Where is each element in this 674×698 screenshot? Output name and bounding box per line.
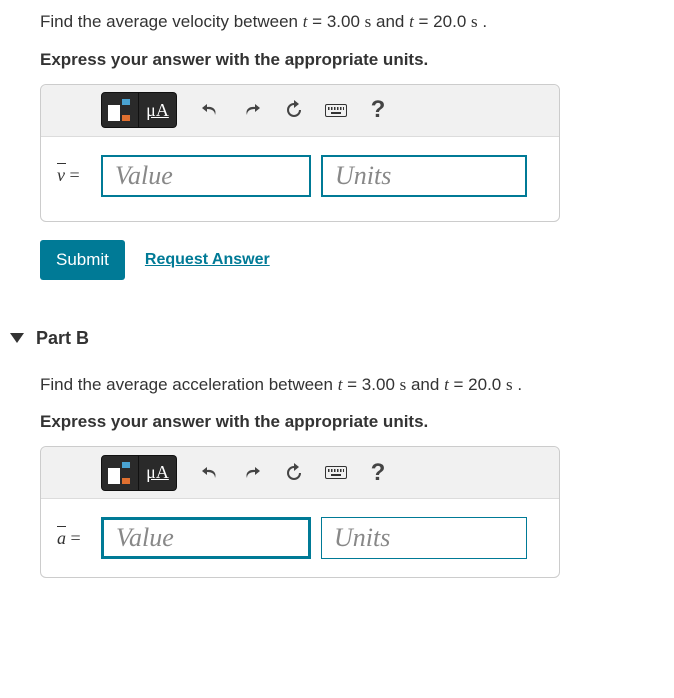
text: = 3.00 [342,375,399,394]
units-input[interactable]: Units [321,517,527,559]
equals: = [66,528,81,548]
part-a-answer-box: μA ? v = Value Units [40,84,560,222]
unit-s: s [471,12,478,31]
reset-button[interactable] [273,455,315,491]
undo-icon [200,464,220,482]
keyboard-button[interactable] [315,92,357,128]
help-button[interactable]: ? [357,92,399,128]
reset-icon [284,100,304,120]
units-input[interactable]: Units [321,155,527,197]
text: = 20.0 [414,12,471,31]
text: and [371,12,409,31]
redo-icon [242,464,262,482]
equals: = [65,165,80,185]
text: Find the average velocity between [40,12,303,31]
request-answer-link[interactable]: Request Answer [145,251,270,269]
format-buttons: μA [101,455,177,491]
text: Find the average acceleration between [40,375,338,394]
submit-button[interactable]: Submit [40,240,125,280]
unit-s: s [506,375,513,394]
reset-button[interactable] [273,92,315,128]
part-b-prompt: Find the average acceleration between t … [0,363,674,401]
help-button[interactable]: ? [357,455,399,491]
reset-icon [284,463,304,483]
keyboard-icon [325,466,347,479]
redo-button[interactable] [231,455,273,491]
part-b-answer-box: μA ? a = Value Units [40,446,560,578]
part-b-instruction: Express your answer with the appropriate… [0,400,674,438]
input-row: v = Value Units [41,137,559,221]
mua-icon: μA [146,100,169,121]
text: . [513,375,522,394]
special-char-button[interactable]: μA [139,455,177,491]
undo-button[interactable] [189,92,231,128]
part-a-instruction: Express your answer with the appropriate… [0,38,674,76]
template-button[interactable] [101,455,139,491]
redo-button[interactable] [231,92,273,128]
special-char-button[interactable]: μA [139,92,177,128]
value-input[interactable]: Value [101,155,311,197]
text: = 20.0 [449,375,506,394]
undo-button[interactable] [189,455,231,491]
input-row: a = Value Units [41,499,559,577]
part-b-header: Part B [0,280,674,363]
toolbar: μA ? [41,85,559,137]
part-b-title: Part B [36,328,89,349]
keyboard-button[interactable] [315,455,357,491]
variable-label: v = [51,165,101,186]
template-button[interactable] [101,92,139,128]
text: . [478,12,487,31]
variable-label: a = [51,528,101,549]
var-v: v [57,165,65,185]
part-a-prompt: Find the average velocity between t = 3.… [0,0,674,38]
format-buttons: μA [101,92,177,128]
submit-row: Submit Request Answer [0,240,674,280]
value-input[interactable]: Value [101,517,311,559]
mua-icon: μA [146,462,169,483]
collapse-toggle-icon[interactable] [10,333,24,343]
redo-icon [242,101,262,119]
var-a: a [57,528,66,548]
text: and [406,375,444,394]
template-icon [108,462,132,484]
undo-icon [200,101,220,119]
toolbar: μA ? [41,447,559,499]
keyboard-icon [325,104,347,117]
template-icon [108,99,132,121]
text: = 3.00 [307,12,364,31]
